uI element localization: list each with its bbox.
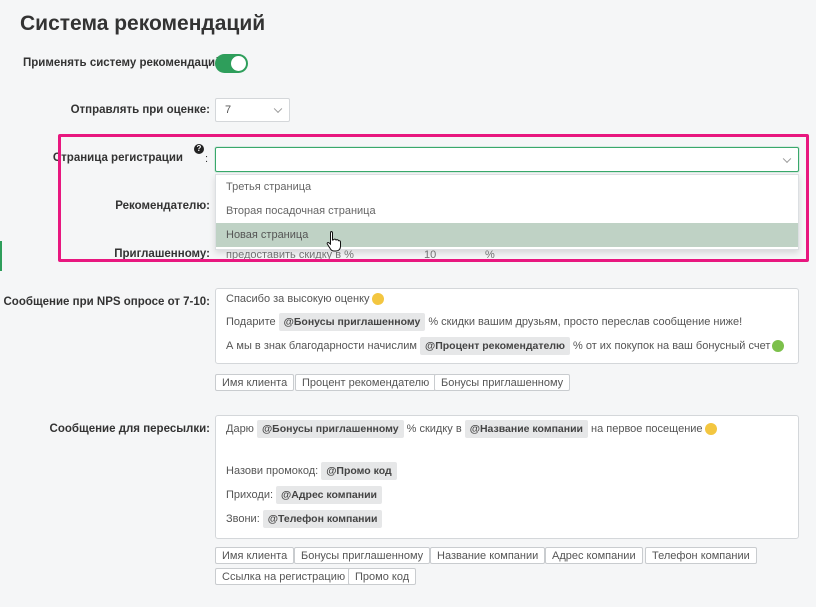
- share-promo-line: Назови промокод: @Промо код: [226, 462, 400, 480]
- token-referrer-percent[interactable]: @Процент рекомендателю: [419, 337, 570, 355]
- share-label: Сообщение для пересылки:: [49, 423, 210, 435]
- share-phone-line: Звони: @Телефон компании: [226, 510, 385, 528]
- share-chip-company-name[interactable]: Название компании: [430, 547, 546, 564]
- token-company-address[interactable]: @Адрес компании: [276, 486, 382, 504]
- share-line1-before: Дарю: [226, 423, 254, 435]
- chevron-down-icon: [273, 104, 283, 114]
- share-line-1: Дарю @Бонусы приглашенному % скидку в @Н…: [226, 420, 717, 438]
- nps-chip-referrer-percent[interactable]: Процент рекомендателю: [295, 374, 437, 391]
- nps-line-2: Подарите @Бонусы приглашенному % скидки …: [226, 313, 742, 331]
- share-chip-company-address[interactable]: Адрес компании: [545, 547, 643, 564]
- nps-line3-before: А мы в знак благодарности начислим: [226, 340, 417, 352]
- page-title: Система рекомендаций: [20, 12, 266, 35]
- share-chip-client-name[interactable]: Имя клиента: [215, 547, 295, 564]
- rating-value: 7: [225, 104, 232, 116]
- share-chip-invited-bonus[interactable]: Бонусы приглашенному: [294, 547, 431, 564]
- nps-line3-after: % от их покупок на ваш бонусный счет: [572, 340, 771, 352]
- token-invited-bonus[interactable]: @Бонусы приглашенному: [278, 313, 426, 331]
- nps-label: Сообщение при NPS опросе от 7-10:: [3, 296, 210, 308]
- nps-line-1: Спасибо за высокую оценку: [226, 293, 384, 305]
- token-promo-code[interactable]: @Промо код: [321, 462, 397, 480]
- share-message-editor[interactable]: Дарю @Бонусы приглашенному % скидку в @Н…: [215, 415, 799, 539]
- smile-emoji-icon: [371, 293, 384, 305]
- money-emoji-icon: [772, 340, 785, 352]
- rating-select[interactable]: 7: [215, 98, 290, 122]
- rating-label: Отправлять при оценке:: [70, 104, 210, 116]
- nps-line-3: А мы в знак благодарности начислим @Проц…: [226, 337, 785, 355]
- nps-message-editor[interactable]: Спасибо за высокую оценку Подарите @Бону…: [215, 288, 799, 364]
- share-promo-before: Назови промокод:: [226, 465, 319, 477]
- share-line1-mid: % скидку в: [406, 423, 462, 435]
- share-chip-company-phone[interactable]: Телефон компании: [645, 547, 757, 564]
- apply-label: Применять систему рекомендаций:: [23, 57, 226, 69]
- share-chip-promo-code[interactable]: Промо код: [348, 568, 417, 585]
- left-edge-accent: [0, 241, 2, 271]
- nps-line1-text: Спасибо за высокую оценку: [226, 293, 370, 305]
- token-invited-bonus[interactable]: @Бонусы приглашенному: [256, 420, 404, 438]
- share-address-before: Приходи:: [226, 489, 274, 501]
- nps-line2-after: % скидки вашим друзьям, просто переслав …: [428, 316, 743, 328]
- nps-chip-invited-bonus[interactable]: Бонусы приглашенному: [434, 374, 571, 391]
- share-line1-after: на первое посещение: [591, 423, 703, 435]
- share-chip-registration-link[interactable]: Ссылка на регистрацию: [215, 568, 353, 585]
- share-phone-before: Звони:: [226, 513, 260, 525]
- highlight-frame: [58, 134, 809, 262]
- apply-toggle[interactable]: [215, 54, 248, 73]
- nps-chip-client-name[interactable]: Имя клиента: [215, 374, 295, 391]
- share-address-line: Приходи: @Адрес компании: [226, 486, 385, 504]
- token-company-phone[interactable]: @Телефон компании: [262, 510, 383, 528]
- nps-line2-before: Подарите: [226, 316, 276, 328]
- sunglasses-emoji-icon: [704, 423, 717, 435]
- token-company-name[interactable]: @Название компании: [464, 420, 589, 438]
- toggle-knob: [231, 56, 246, 71]
